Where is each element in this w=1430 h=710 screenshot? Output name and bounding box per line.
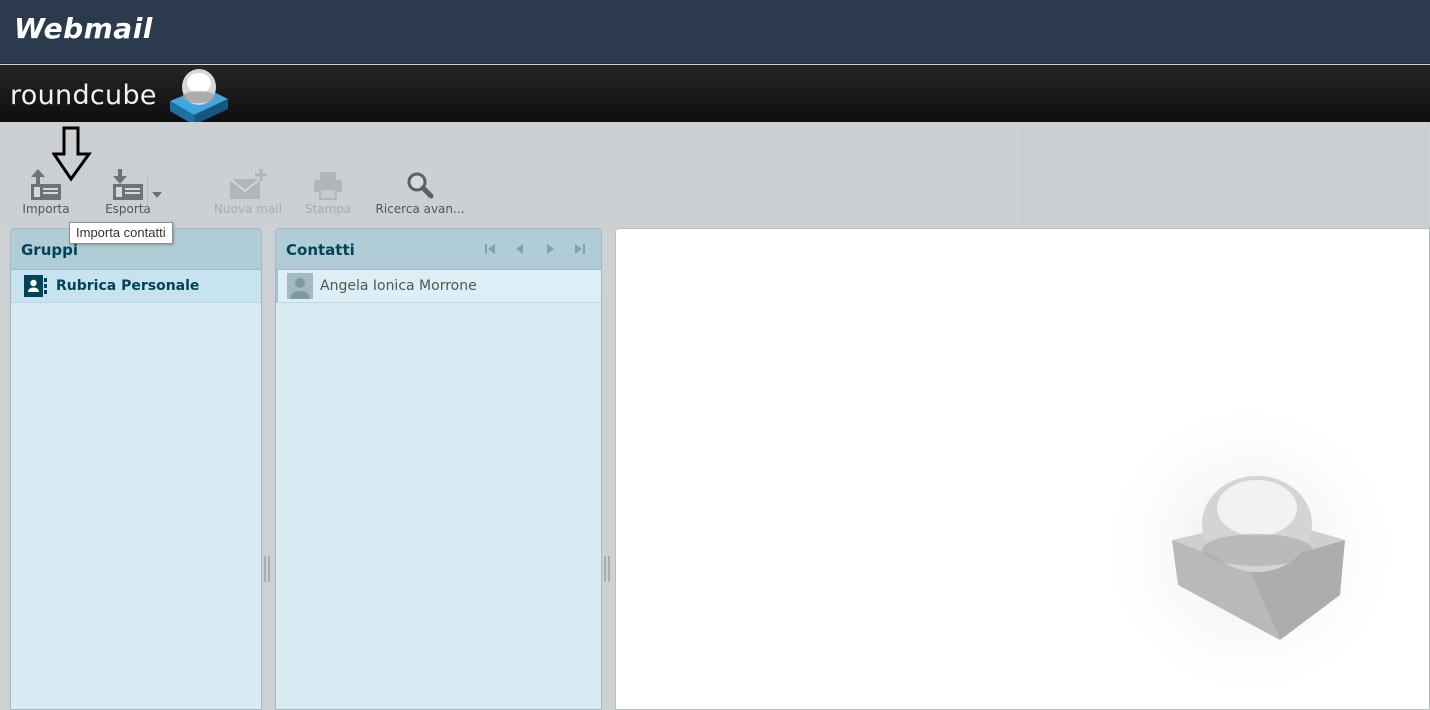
print-button[interactable]: Stampa (300, 167, 356, 219)
roundcube-watermark-icon (1092, 392, 1408, 708)
groups-splitter-handle[interactable] (264, 556, 270, 582)
addressbook-icon (24, 275, 47, 297)
advanced-search-button[interactable]: Ricerca avan... (372, 167, 468, 219)
contact-avatar-icon (287, 273, 313, 299)
contact-list-item[interactable]: Angela Ionica Morrone (276, 270, 601, 303)
compose-button[interactable]: Nuova mail (210, 167, 286, 219)
webmail-logo[interactable]: Webmail (14, 12, 153, 45)
roundcube-logo-text[interactable]: roundcube (10, 80, 157, 111)
down-arrow-annotation-icon (52, 126, 92, 182)
export-icon (113, 169, 143, 200)
compose-label: Nuova mail (214, 202, 282, 216)
last-page-icon[interactable] (574, 243, 586, 255)
advanced-search-label: Ricerca avan... (375, 202, 465, 216)
contacts-panel: Contatti Angela Ionica Morrone (275, 228, 602, 710)
groups-panel: Gruppi Rubrica Personale (10, 228, 262, 710)
webmail-topbar: Webmail (0, 0, 1430, 64)
search-icon (407, 172, 434, 199)
previous-page-icon[interactable] (514, 243, 526, 255)
export-dropdown-button[interactable] (147, 177, 165, 207)
group-item-personal-addressbook[interactable]: Rubrica Personale (11, 270, 261, 303)
group-item-label: Rubrica Personale (56, 278, 200, 294)
first-page-icon[interactable] (484, 243, 496, 255)
import-tooltip: Importa contatti (69, 222, 173, 244)
print-icon (314, 172, 342, 200)
import-label: Importa (22, 202, 70, 216)
contacts-splitter-handle[interactable] (604, 556, 610, 582)
new-mail-icon (229, 169, 267, 199)
next-page-icon[interactable] (544, 243, 556, 255)
app-header: roundcube (0, 65, 1430, 125)
chevron-down-icon (151, 192, 162, 198)
roundcube-logo-icon[interactable] (166, 67, 232, 127)
print-label: Stampa (304, 202, 352, 216)
contacts-panel-title: Contatti (286, 241, 355, 259)
toolbar: Importa Esporta Nuova mail Stampa Ricerc… (0, 122, 1430, 227)
contacts-panel-header: Contatti (276, 229, 601, 270)
contact-name: Angela Ionica Morrone (320, 278, 477, 294)
